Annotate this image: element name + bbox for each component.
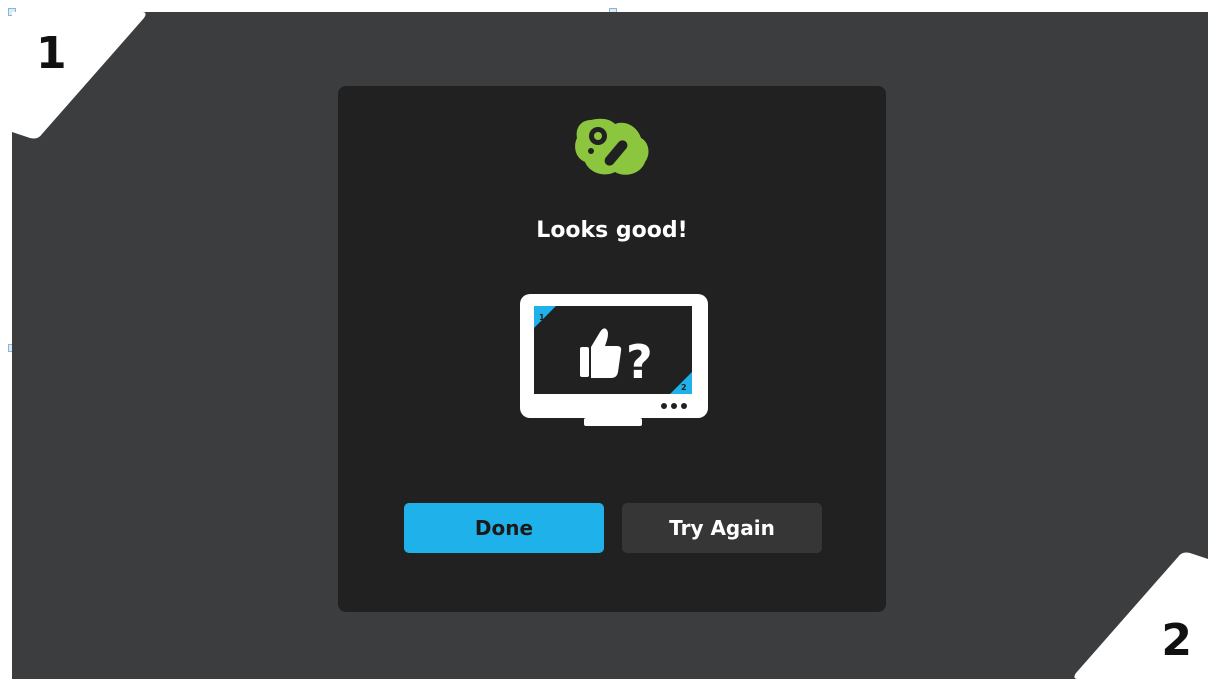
done-button[interactable]: Done xyxy=(404,503,604,553)
dialog-title: Looks good! xyxy=(536,218,688,243)
tv-corner-label-2: 2 xyxy=(681,383,687,392)
tv-screen: 1 2 Looks good! 1 2 ? Done Try Again xyxy=(12,12,1208,679)
try-again-button[interactable]: Try Again xyxy=(622,503,822,553)
boxee-logo-icon xyxy=(571,118,653,178)
question-mark-text: ? xyxy=(626,335,653,389)
tv-corner-label-1: 1 xyxy=(539,313,545,322)
corner-number-bottom-right: 2 xyxy=(1161,615,1192,666)
corner-number-top-left: 1 xyxy=(36,28,67,79)
calibration-dialog: Looks good! 1 2 ? Done Try Again xyxy=(338,86,886,612)
corner-marker-top-left: 1 xyxy=(12,12,148,140)
corner-triangle-top-left xyxy=(12,12,146,139)
corner-marker-bottom-right: 2 xyxy=(1072,551,1208,679)
tv-thumbs-up-question-icon: 1 2 ? xyxy=(518,292,710,432)
